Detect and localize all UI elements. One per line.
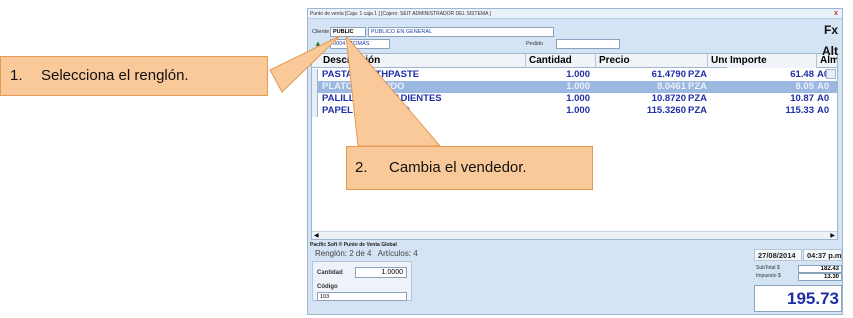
row-descripcion: PAPEL ENCERADO <box>322 105 410 116</box>
date-display: 27/08/2014 <box>754 249 802 261</box>
row-importe: 8.05 <box>795 81 815 92</box>
row-importe: 115.33 <box>785 105 814 116</box>
table-row[interactable]: PALILLO MONDADIENTES 1.000 10.8720 PZA 1… <box>312 93 837 105</box>
codigo-field[interactable]: 103 <box>317 292 407 301</box>
row-cantidad: 1.000 <box>566 81 590 92</box>
row-und: PZA <box>688 69 707 80</box>
row-descripcion: PASTA TOOTHPASTE <box>322 69 420 80</box>
row-alm: A0 <box>817 81 830 92</box>
cantidad-field[interactable]: 1.0000 <box>355 267 407 278</box>
scroll-right-icon[interactable]: ▶ <box>830 232 835 239</box>
subtotal-value: 182.43 <box>798 265 842 273</box>
callout-step-2: 2. Cambia el vendedor. <box>346 146 593 190</box>
row-cantidad: 1.000 <box>566 105 590 116</box>
time-display: 04:37 p.m. <box>803 249 842 261</box>
brand-label: Pacific Soft ® Punto de Venta Global <box>310 242 397 248</box>
row-cantidad: 1.000 <box>566 93 590 104</box>
row-importe: 61.48 <box>790 69 814 80</box>
impuesto-value: 13.30 <box>798 273 842 281</box>
table-row[interactable]: PASTA TOOTHPASTE 1.000 61.4790 PZA 61.48… <box>312 69 837 81</box>
close-icon[interactable]: x <box>834 9 838 19</box>
fx-button[interactable]: Fx <box>824 23 838 37</box>
table-row-selected[interactable]: PLATO REDONDO 1.000 8.0461 PZA 8.05 A0 <box>312 81 837 93</box>
callout-1-text: Selecciona el renglón. <box>41 67 189 84</box>
row-alm: A0 <box>817 105 830 116</box>
cantidad-label: Cantidad <box>317 270 343 276</box>
row-und: PZA <box>688 105 707 116</box>
col-precio[interactable]: Precio <box>596 54 708 68</box>
window-titlebar: Punto de venta [Caja: 1 caja 1 ] [Cajero… <box>308 9 842 19</box>
vendedor-field[interactable]: 0004 - TOMÁS <box>330 39 390 49</box>
cliente-name-field: PUBLICO EN GENERAL <box>368 27 554 37</box>
grid-header: Descripción Cantidad Precio Und Importe … <box>312 54 837 68</box>
articulos-label: Artículos: 4 <box>377 249 418 258</box>
pedido-field[interactable] <box>556 39 620 49</box>
subtotal-label: SubTotal $ <box>756 265 780 271</box>
codigo-label: Código <box>317 284 338 290</box>
renglon-label: Renglón: 2 de 4 <box>315 249 372 258</box>
alt-button[interactable]: Alt <box>822 44 838 58</box>
row-precio: 8.0461 <box>656 81 686 92</box>
cliente-label: Cliente <box>312 29 330 35</box>
callout-2-text: Cambia el vendedor. <box>389 159 527 176</box>
row-alm: A0 <box>817 93 830 104</box>
total-display: 195.73 <box>754 285 842 312</box>
scroll-left-icon[interactable]: ◀ <box>314 232 319 239</box>
impuesto-label: Impuesto $ <box>756 273 781 279</box>
row-cantidad: 1.000 <box>566 69 590 80</box>
pedido-label: Pedido <box>526 41 544 47</box>
row-und: PZA <box>688 81 707 92</box>
col-cantidad[interactable]: Cantidad <box>526 54 596 68</box>
horizontal-scrollbar[interactable]: ◀ ▶ <box>312 231 837 239</box>
col-importe[interactable]: Importe <box>727 54 817 68</box>
row-precio: 10.8720 <box>651 93 686 104</box>
row-descripcion: PLATO REDONDO <box>322 81 405 92</box>
table-row[interactable]: PAPEL ENCERADO 1.000 115.3260 PZA 115.33… <box>312 105 837 117</box>
row-marker <box>312 81 318 93</box>
callout-step-1: 1. Selecciona el renglón. <box>0 56 268 96</box>
row-importe: 10.87 <box>790 93 814 104</box>
renglon-status: Renglón: 2 de 4 Artículos: 4 <box>315 249 418 258</box>
cliente-code-field[interactable]: PUBLIC <box>330 27 366 37</box>
window-title: Punto de venta [Caja: 1 caja 1 ] [Cajero… <box>310 11 491 17</box>
row-marker <box>312 69 318 81</box>
row-descripcion: PALILLO MONDADIENTES <box>322 93 442 104</box>
row-precio: 61.4790 <box>651 69 686 80</box>
callout-1-number: 1. <box>10 67 23 84</box>
row-marker <box>312 93 318 105</box>
row-marker <box>312 105 318 117</box>
side-panel-icon[interactable] <box>826 69 836 79</box>
col-descripcion[interactable]: Descripción <box>320 54 526 68</box>
callout-2-number: 2. <box>355 159 368 176</box>
row-und: PZA <box>688 93 707 104</box>
row-precio: 115.3260 <box>646 105 686 116</box>
vendedor-icon[interactable]: ▲ <box>314 39 322 48</box>
